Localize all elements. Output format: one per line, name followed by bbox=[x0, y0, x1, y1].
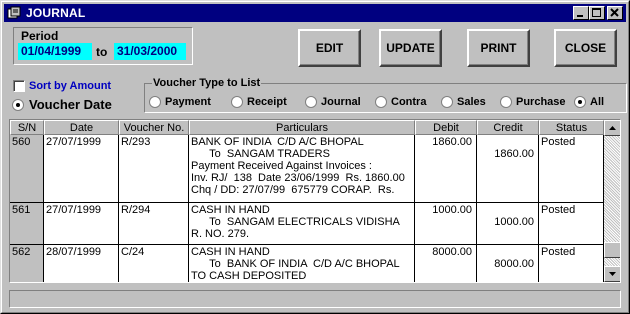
sort-by-amount-label: Sort by Amount bbox=[29, 80, 112, 92]
voucher-type-receipt[interactable]: Receipt bbox=[231, 96, 287, 108]
sort-by-amount-checkbox[interactable] bbox=[13, 80, 25, 92]
col-status[interactable]: Status bbox=[539, 120, 604, 135]
contra-label: Contra bbox=[391, 96, 427, 108]
close-button[interactable]: CLOSE bbox=[554, 29, 617, 67]
period-from-field[interactable]: 01/04/1999 bbox=[18, 43, 92, 60]
voucher-type-legend: Voucher Type to List bbox=[152, 77, 262, 89]
minimize-icon bbox=[577, 15, 583, 17]
cell-date: 27/07/1999 bbox=[44, 203, 119, 244]
cell-debit: 8000.00 bbox=[415, 245, 477, 282]
period-to-label: to bbox=[96, 45, 108, 59]
col-date[interactable]: Date bbox=[44, 120, 119, 135]
period-panel: Period 01/04/1999 to 31/03/2000 bbox=[13, 27, 193, 65]
cell-credit: 8000.00 bbox=[477, 245, 539, 282]
voucher-type-purchase[interactable]: Purchase bbox=[500, 96, 566, 108]
col-debit[interactable]: Debit bbox=[415, 120, 477, 135]
cell-credit: 1000.00 bbox=[477, 203, 539, 244]
cell-sn: 561 bbox=[10, 203, 44, 244]
close-window-button[interactable] bbox=[607, 6, 623, 20]
period-to-field[interactable]: 31/03/2000 bbox=[114, 43, 186, 60]
maximize-button[interactable] bbox=[589, 6, 605, 20]
close-icon bbox=[610, 8, 619, 17]
voucher-type-group: Voucher Type to List Payment Receipt Jou… bbox=[144, 77, 627, 113]
cell-status: Posted bbox=[539, 203, 604, 244]
sales-radio[interactable] bbox=[441, 96, 453, 108]
scroll-down-button[interactable] bbox=[604, 266, 620, 282]
voucher-type-journal[interactable]: Journal bbox=[305, 96, 361, 108]
sales-label: Sales bbox=[457, 96, 486, 108]
voucher-date-option[interactable]: Voucher Date bbox=[12, 97, 112, 112]
grid-header: S/N Date Voucher No. Particulars Debit C… bbox=[10, 120, 604, 135]
payment-radio[interactable] bbox=[149, 96, 161, 108]
voucher-date-radio[interactable] bbox=[12, 98, 24, 111]
cell-voucher: R/293 bbox=[119, 135, 189, 202]
cell-voucher: R/294 bbox=[119, 203, 189, 244]
col-voucher-no[interactable]: Voucher No. bbox=[119, 120, 189, 135]
cell-particulars: BANK OF INDIA C/D A/C BHOPAL To SANGAM T… bbox=[189, 135, 415, 202]
receipt-label: Receipt bbox=[247, 96, 287, 108]
arrow-down-icon bbox=[609, 272, 616, 276]
col-sn[interactable]: S/N bbox=[10, 120, 44, 135]
table-row[interactable]: 561 27/07/1999 R/294 CASH IN HAND To SAN… bbox=[10, 203, 604, 245]
contra-radio[interactable] bbox=[375, 96, 387, 108]
period-label: Period bbox=[21, 29, 59, 43]
purchase-label: Purchase bbox=[516, 96, 566, 108]
payment-label: Payment bbox=[165, 96, 211, 108]
purchase-radio[interactable] bbox=[500, 96, 512, 108]
journal-window: JOURNAL Period 01/04/1999 to 31/03/2000 … bbox=[0, 0, 630, 314]
journal-label: Journal bbox=[321, 96, 361, 108]
print-button[interactable]: PRINT bbox=[467, 29, 530, 67]
cell-voucher: C/24 bbox=[119, 245, 189, 282]
scroll-up-button[interactable] bbox=[604, 120, 620, 136]
receipt-radio[interactable] bbox=[231, 96, 243, 108]
cell-sn: 560 bbox=[10, 135, 44, 202]
voucher-date-label: Voucher Date bbox=[29, 97, 112, 112]
col-credit[interactable]: Credit bbox=[477, 120, 539, 135]
cell-particulars: CASH IN HAND To BANK OF INDIA C/D A/C BH… bbox=[189, 245, 415, 282]
cell-debit: 1000.00 bbox=[415, 203, 477, 244]
cell-date: 28/07/1999 bbox=[44, 245, 119, 282]
app-icon bbox=[7, 6, 21, 19]
voucher-type-contra[interactable]: Contra bbox=[375, 96, 426, 108]
voucher-type-sales[interactable]: Sales bbox=[441, 96, 486, 108]
maximize-icon bbox=[592, 8, 601, 17]
title-bar[interactable]: JOURNAL bbox=[4, 4, 626, 22]
cell-date: 27/07/1999 bbox=[44, 135, 119, 202]
journal-grid[interactable]: S/N Date Voucher No. Particulars Debit C… bbox=[9, 119, 621, 283]
scrollbar-thumb[interactable] bbox=[604, 242, 620, 258]
voucher-type-payment[interactable]: Payment bbox=[149, 96, 211, 108]
update-button[interactable]: UPDATE bbox=[379, 29, 442, 67]
minimize-button[interactable] bbox=[573, 6, 589, 20]
window-title: JOURNAL bbox=[26, 6, 86, 20]
arrow-up-icon bbox=[609, 126, 616, 130]
sort-by-amount-option[interactable]: Sort by Amount bbox=[13, 79, 111, 93]
cell-particulars: CASH IN HAND To SANGAM ELECTRICALS VIDIS… bbox=[189, 203, 415, 244]
cell-credit: 1860.00 bbox=[477, 135, 539, 202]
journal-radio[interactable] bbox=[305, 96, 317, 108]
cell-status: Posted bbox=[539, 245, 604, 282]
table-row[interactable]: 560 27/07/1999 R/293 BANK OF INDIA C/D A… bbox=[10, 135, 604, 203]
vertical-scrollbar[interactable] bbox=[604, 120, 620, 282]
cell-status: Posted bbox=[539, 135, 604, 202]
cell-sn: 562 bbox=[10, 245, 44, 282]
table-row[interactable]: 562 28/07/1999 C/24 CASH IN HAND To BANK… bbox=[10, 245, 604, 282]
all-label: All bbox=[590, 96, 605, 108]
voucher-type-all[interactable]: All bbox=[574, 96, 604, 108]
all-radio[interactable] bbox=[574, 96, 586, 108]
edit-button[interactable]: EDIT bbox=[298, 29, 361, 67]
cell-debit: 1860.00 bbox=[415, 135, 477, 202]
col-particulars[interactable]: Particulars bbox=[189, 120, 415, 135]
status-bar bbox=[9, 290, 621, 308]
